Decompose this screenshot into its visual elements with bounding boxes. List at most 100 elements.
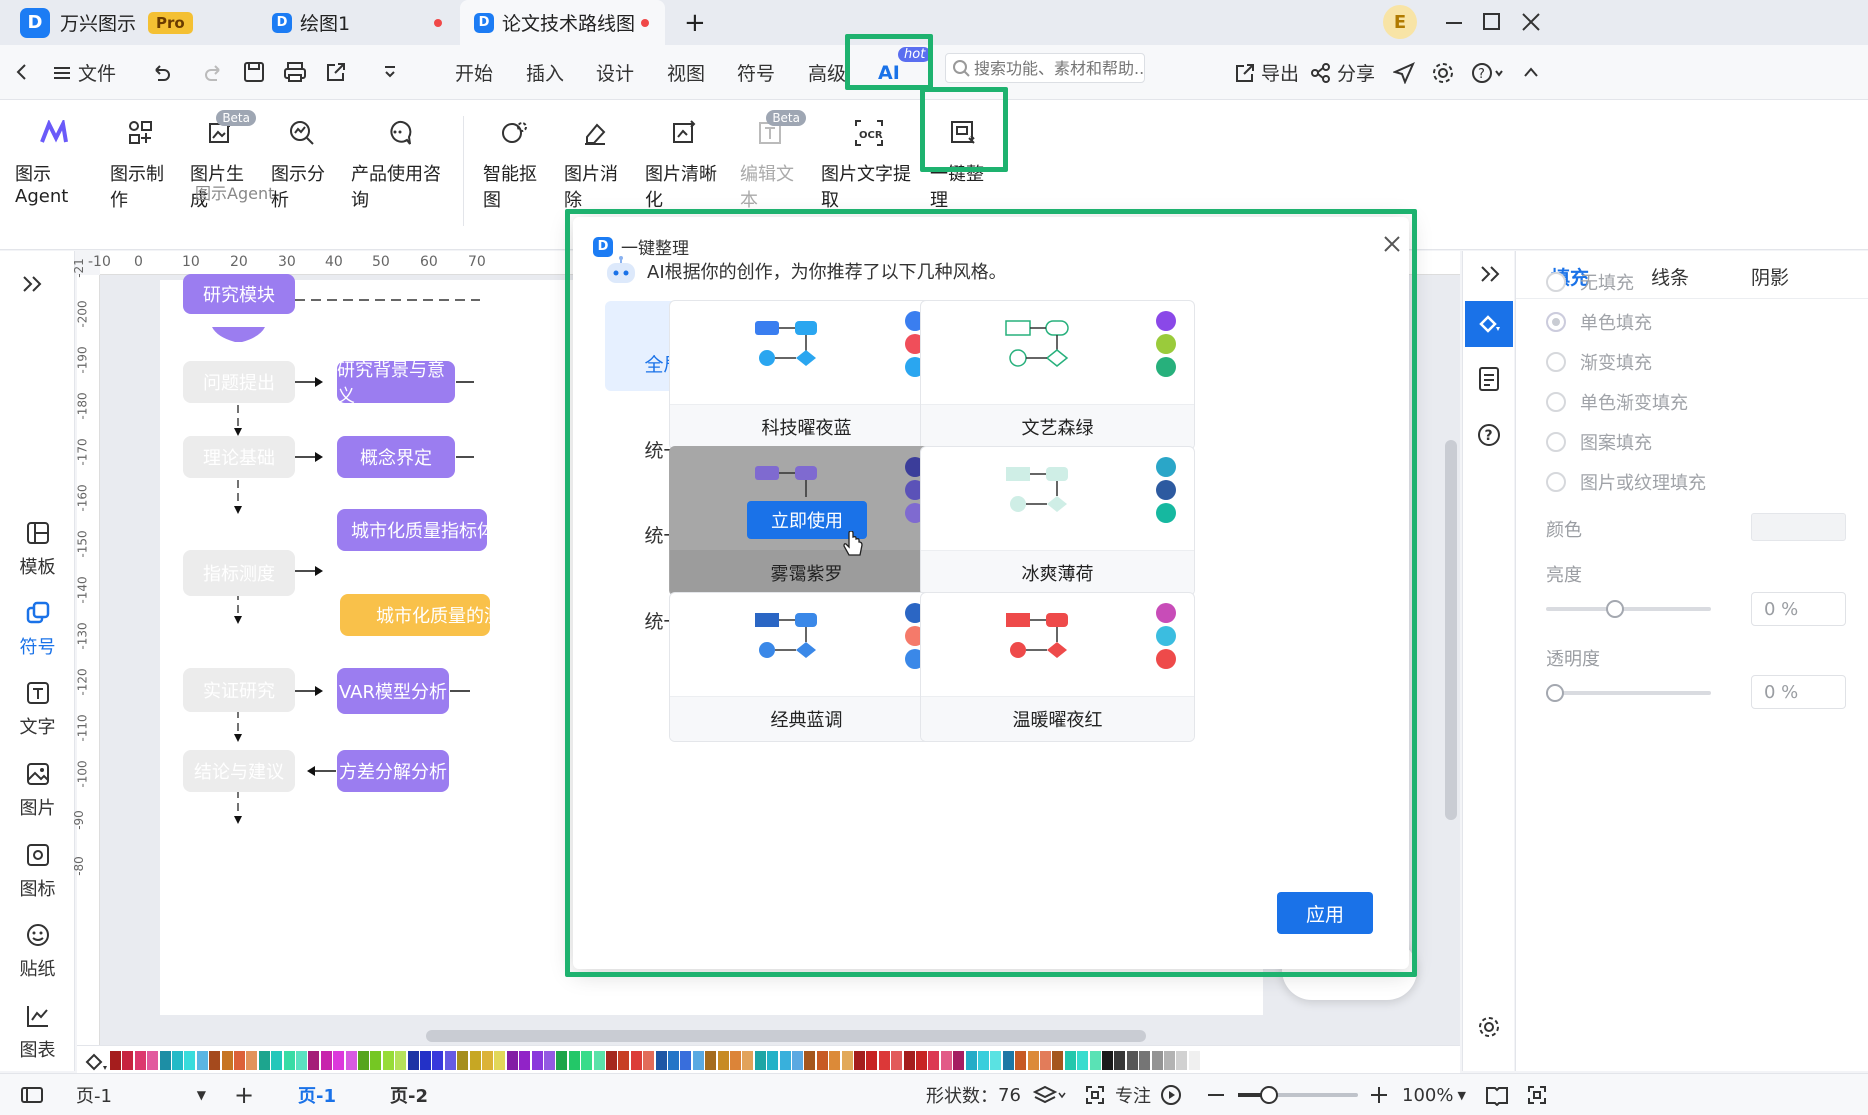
doc-tab-1[interactable]: D 绘图1 bbox=[258, 0, 458, 45]
palette-swatch[interactable] bbox=[122, 1051, 134, 1070]
palette-swatch[interactable] bbox=[296, 1051, 307, 1070]
palette-swatch[interactable] bbox=[234, 1051, 245, 1070]
palette-swatch[interactable] bbox=[606, 1051, 617, 1070]
diagram-node[interactable]: 问题提出 bbox=[183, 361, 295, 403]
ribbon-agent[interactable]: 图示Agent bbox=[15, 116, 93, 207]
palette-swatch[interactable] bbox=[630, 1051, 642, 1070]
palette-swatch[interactable] bbox=[134, 1051, 146, 1070]
print-icon[interactable] bbox=[283, 61, 307, 83]
maximize-icon[interactable] bbox=[1482, 12, 1502, 32]
brightness-slider[interactable] bbox=[1546, 600, 1711, 618]
brightness-input[interactable]: 0 % bbox=[1751, 592, 1846, 626]
palette-swatch[interactable] bbox=[172, 1051, 183, 1070]
palette-swatch[interactable] bbox=[457, 1051, 469, 1070]
add-page-button[interactable]: + bbox=[234, 1074, 254, 1115]
palette-swatch[interactable] bbox=[1002, 1051, 1014, 1070]
palette-swatch[interactable] bbox=[1151, 1051, 1163, 1070]
palette-swatch[interactable] bbox=[370, 1051, 382, 1070]
palette-swatch[interactable] bbox=[506, 1051, 518, 1070]
palette-swatch[interactable] bbox=[519, 1051, 531, 1070]
ribbon-image-erase[interactable]: 图片消除 bbox=[564, 116, 626, 212]
palette-swatch[interactable] bbox=[841, 1051, 853, 1070]
palette-swatch[interactable] bbox=[581, 1051, 593, 1070]
palette-swatch[interactable] bbox=[196, 1051, 208, 1070]
menu-tab-insert[interactable]: 插入 bbox=[526, 45, 564, 100]
palette-swatch[interactable] bbox=[333, 1051, 345, 1070]
palette-swatch[interactable] bbox=[420, 1051, 431, 1070]
settings-icon[interactable] bbox=[1432, 62, 1454, 84]
palette-swatch[interactable] bbox=[110, 1051, 121, 1070]
palette-swatch[interactable] bbox=[1015, 1051, 1027, 1070]
palette-swatch[interactable] bbox=[382, 1051, 394, 1070]
palette-swatch[interactable] bbox=[940, 1051, 952, 1070]
radio-gradient-fill[interactable]: 渐变填充 bbox=[1546, 349, 1652, 375]
palette-swatch[interactable] bbox=[494, 1051, 506, 1070]
undo-icon[interactable] bbox=[150, 62, 172, 84]
palette-swatch[interactable] bbox=[568, 1051, 580, 1070]
tab-shadow[interactable]: 阴影 bbox=[1751, 263, 1789, 290]
ribbon-image-sharpen[interactable]: 图片清晰化 bbox=[645, 116, 723, 212]
ribbon-diagram-analysis[interactable]: 图示分析 bbox=[271, 116, 333, 212]
palette-swatch[interactable] bbox=[916, 1051, 927, 1070]
palette-swatch[interactable] bbox=[147, 1051, 159, 1070]
search-input[interactable] bbox=[974, 58, 1144, 78]
opacity-slider[interactable] bbox=[1546, 684, 1711, 702]
focus-mode-button[interactable]: 专注 bbox=[1115, 1074, 1151, 1115]
palette-swatch[interactable] bbox=[184, 1051, 196, 1070]
palette-swatch[interactable] bbox=[1139, 1051, 1151, 1070]
palette-swatch[interactable] bbox=[544, 1051, 555, 1070]
palette-swatch[interactable] bbox=[1126, 1051, 1138, 1070]
palette-swatch[interactable] bbox=[1077, 1051, 1089, 1070]
color-picker[interactable] bbox=[1751, 513, 1846, 541]
horizontal-scrollbar[interactable] bbox=[426, 1030, 1146, 1042]
save-icon[interactable] bbox=[243, 61, 265, 83]
opacity-input[interactable]: 0 % bbox=[1751, 675, 1846, 709]
palette-swatch[interactable] bbox=[878, 1051, 890, 1070]
palette-swatch[interactable] bbox=[928, 1051, 940, 1070]
palette-swatch[interactable] bbox=[407, 1051, 419, 1070]
palette-swatch[interactable] bbox=[271, 1051, 283, 1070]
diagram-node[interactable]: 结论与建议 bbox=[183, 750, 295, 792]
close-window-icon[interactable] bbox=[1521, 12, 1541, 32]
palette-swatch[interactable] bbox=[358, 1051, 369, 1070]
palette-swatch[interactable] bbox=[779, 1051, 791, 1070]
palette-swatch[interactable] bbox=[395, 1051, 407, 1070]
help-circle-icon[interactable]: ? bbox=[1477, 423, 1501, 447]
palette-swatch[interactable] bbox=[1064, 1051, 1076, 1070]
menu-tab-symbol[interactable]: 符号 bbox=[737, 45, 775, 100]
palette-swatch[interactable] bbox=[1027, 1051, 1039, 1070]
palette-swatch[interactable] bbox=[1114, 1051, 1126, 1070]
menu-tab-design[interactable]: 设计 bbox=[596, 45, 634, 100]
palette-swatch[interactable] bbox=[742, 1051, 754, 1070]
fullscreen-icon[interactable] bbox=[1527, 1085, 1547, 1105]
redo-icon[interactable] bbox=[203, 62, 225, 84]
settings-gear-icon[interactable] bbox=[1477, 1015, 1501, 1039]
sidebar-item-chart[interactable]: 图表 bbox=[0, 1002, 75, 1062]
palette-swatch[interactable] bbox=[990, 1051, 1002, 1070]
palette-swatch[interactable] bbox=[804, 1051, 816, 1070]
diagram-node[interactable]: 研究背景与意义 bbox=[337, 360, 455, 407]
palette-swatch[interactable] bbox=[891, 1051, 903, 1070]
palette-swatch[interactable] bbox=[1176, 1051, 1188, 1070]
more-dropdown-icon[interactable] bbox=[382, 63, 398, 81]
zoom-slider[interactable] bbox=[1238, 1086, 1358, 1104]
palette-swatch[interactable] bbox=[717, 1051, 729, 1070]
diagram-node[interactable]: 理论基础 bbox=[183, 436, 295, 478]
palette-swatch[interactable] bbox=[655, 1051, 667, 1070]
new-tab-button[interactable]: + bbox=[670, 0, 720, 45]
palette-swatch[interactable] bbox=[593, 1051, 605, 1070]
export-share-icon[interactable] bbox=[325, 61, 347, 83]
palette-swatch[interactable] bbox=[1188, 1051, 1200, 1070]
palette-swatch[interactable] bbox=[953, 1051, 965, 1070]
sidebar-item-text[interactable]: 文字 bbox=[0, 679, 75, 739]
palette-swatch[interactable] bbox=[345, 1051, 357, 1070]
diagram-node[interactable]: 城市化质量的测 bbox=[340, 594, 490, 636]
zoom-knob[interactable] bbox=[1260, 1086, 1278, 1104]
palette-swatch[interactable] bbox=[767, 1051, 779, 1070]
palette-swatch[interactable] bbox=[866, 1051, 878, 1070]
palette-swatch[interactable] bbox=[1164, 1051, 1175, 1070]
layers-icon[interactable] bbox=[1033, 1085, 1069, 1105]
palette-swatch[interactable] bbox=[965, 1051, 977, 1070]
palette-swatch[interactable] bbox=[432, 1051, 444, 1070]
palette-swatch[interactable] bbox=[159, 1051, 171, 1070]
